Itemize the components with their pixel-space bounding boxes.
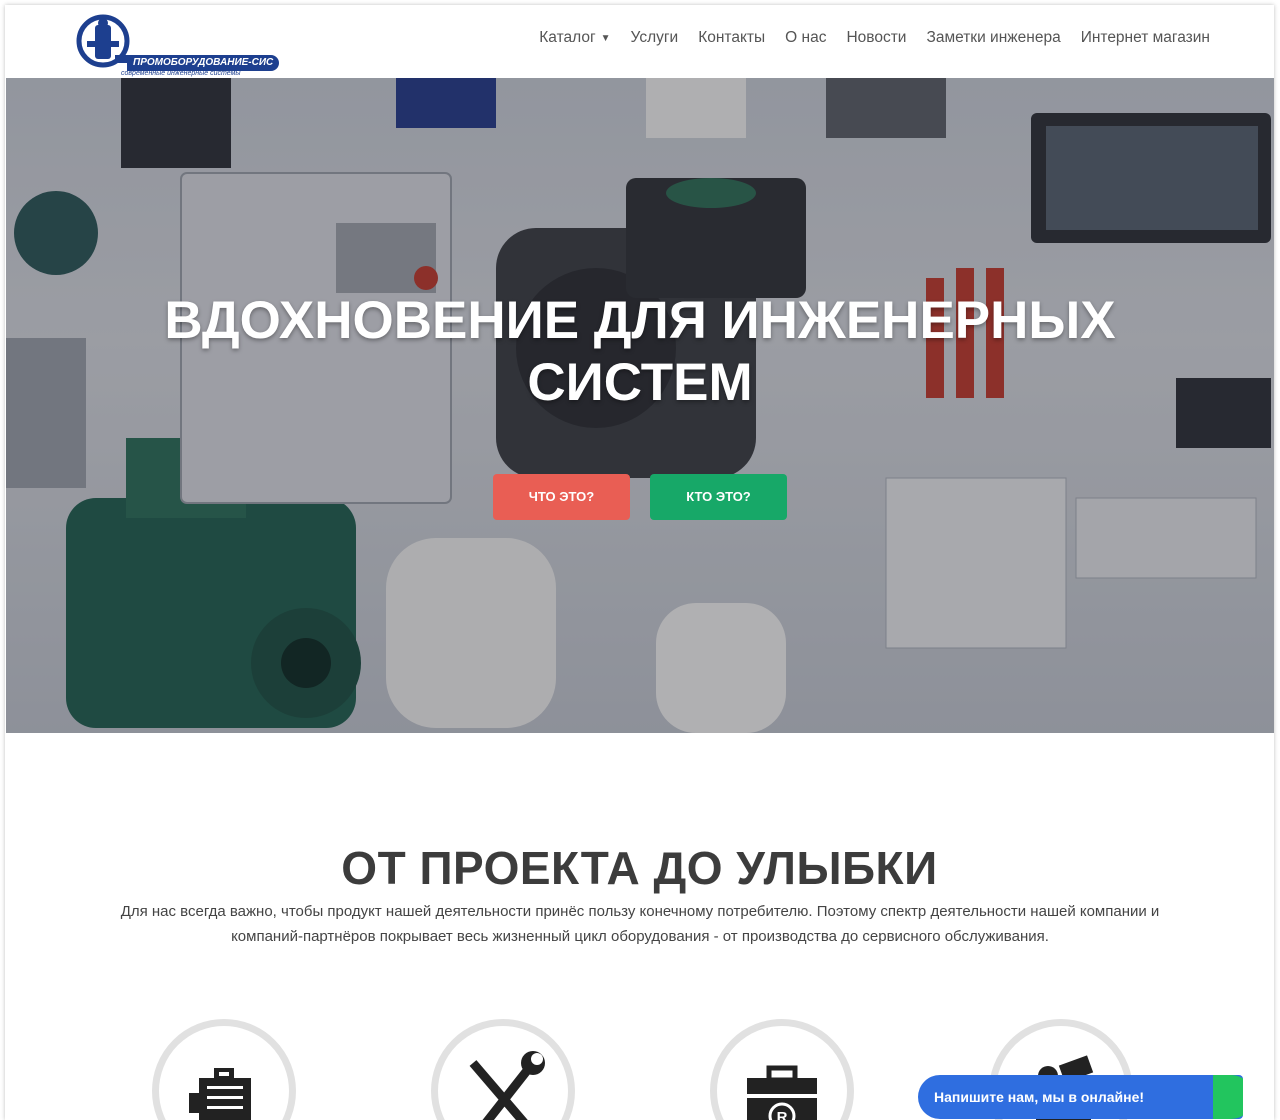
nav-item-label: Интернет магазин: [1080, 29, 1210, 46]
logo-name: ПРОМОБОРУДОВАНИЕ-СИС: [127, 55, 280, 71]
section-title: ОТ ПРОЕКТА ДО УЛЫБКИ: [341, 842, 938, 894]
nav-item-contacts[interactable]: Контакты: [698, 29, 765, 47]
site-logo[interactable]: ПРОМОБОРУДОВАНИЕ-СИС современные инженер…: [75, 11, 280, 77]
site-header: ПРОМОБОРУДОВАНИЕ-СИС современные инженер…: [5, 5, 1274, 78]
feature-certification[interactable]: R: [710, 1019, 854, 1120]
section-description: Для нас всегда важно, чтобы продукт наше…: [120, 903, 1160, 945]
nav-item-about[interactable]: О нас: [785, 29, 826, 47]
nav-item-engineer-notes[interactable]: Заметки инженера: [926, 29, 1060, 47]
what-is-it-button[interactable]: ЧТО ЭТО?: [493, 474, 630, 520]
nav-item-online-shop[interactable]: Интернет магазин: [1081, 29, 1210, 47]
feature-service[interactable]: [431, 1019, 575, 1120]
nav-item-label: Контакты: [698, 29, 766, 46]
chat-status-indicator: [1213, 1075, 1243, 1119]
nav-item-label: Услуги: [630, 29, 679, 46]
nav-item-label: Новости: [846, 29, 907, 46]
hero-banner: ВДОХНОВЕНИЕ ДЛЯ ИНЖЕНЕРНЫХ СИСТЕМ ЧТО ЭТ…: [6, 78, 1274, 733]
nav-item-label: О нас: [785, 29, 827, 46]
who-is-it-button[interactable]: КТО ЭТО?: [650, 474, 787, 520]
caret-down-icon: ▼: [600, 32, 611, 44]
wrench-screwdriver-icon: [469, 1051, 545, 1120]
hero-title-line2: СИСТЕМ: [527, 353, 753, 412]
svg-text:R: R: [777, 1109, 788, 1120]
registered-toolbox-icon: R: [747, 1065, 817, 1120]
logo-tagline: современные инженерные системы: [121, 70, 241, 77]
chat-label: Напишите нам, мы в онлайне!: [934, 1089, 1145, 1105]
feature-production[interactable]: [152, 1019, 296, 1120]
nav-item-news[interactable]: Новости: [846, 29, 906, 47]
nav-item-catalog[interactable]: Каталог ▼: [539, 29, 610, 47]
electric-motor-icon: [189, 1068, 251, 1120]
nav-item-label: Заметки инженера: [926, 29, 1061, 46]
online-chat-widget[interactable]: Напишите нам, мы в онлайне!: [918, 1075, 1243, 1119]
hero-title-line1: ВДОХНОВЕНИЕ ДЛЯ ИНЖЕНЕРНЫХ: [164, 291, 1116, 350]
page: ПРОМОБОРУДОВАНИЕ-СИС современные инженер…: [5, 5, 1274, 1120]
hero-title: ВДОХНОВЕНИЕ ДЛЯ ИНЖЕНЕРНЫХ СИСТЕМ: [6, 290, 1274, 414]
logo-emblem-icon: [76, 14, 135, 68]
nav-item-services[interactable]: Услуги: [631, 29, 679, 47]
nav-item-label: Каталог: [539, 29, 596, 46]
main-nav: Каталог ▼ Услуги Контакты О нас Новости …: [539, 29, 1210, 47]
